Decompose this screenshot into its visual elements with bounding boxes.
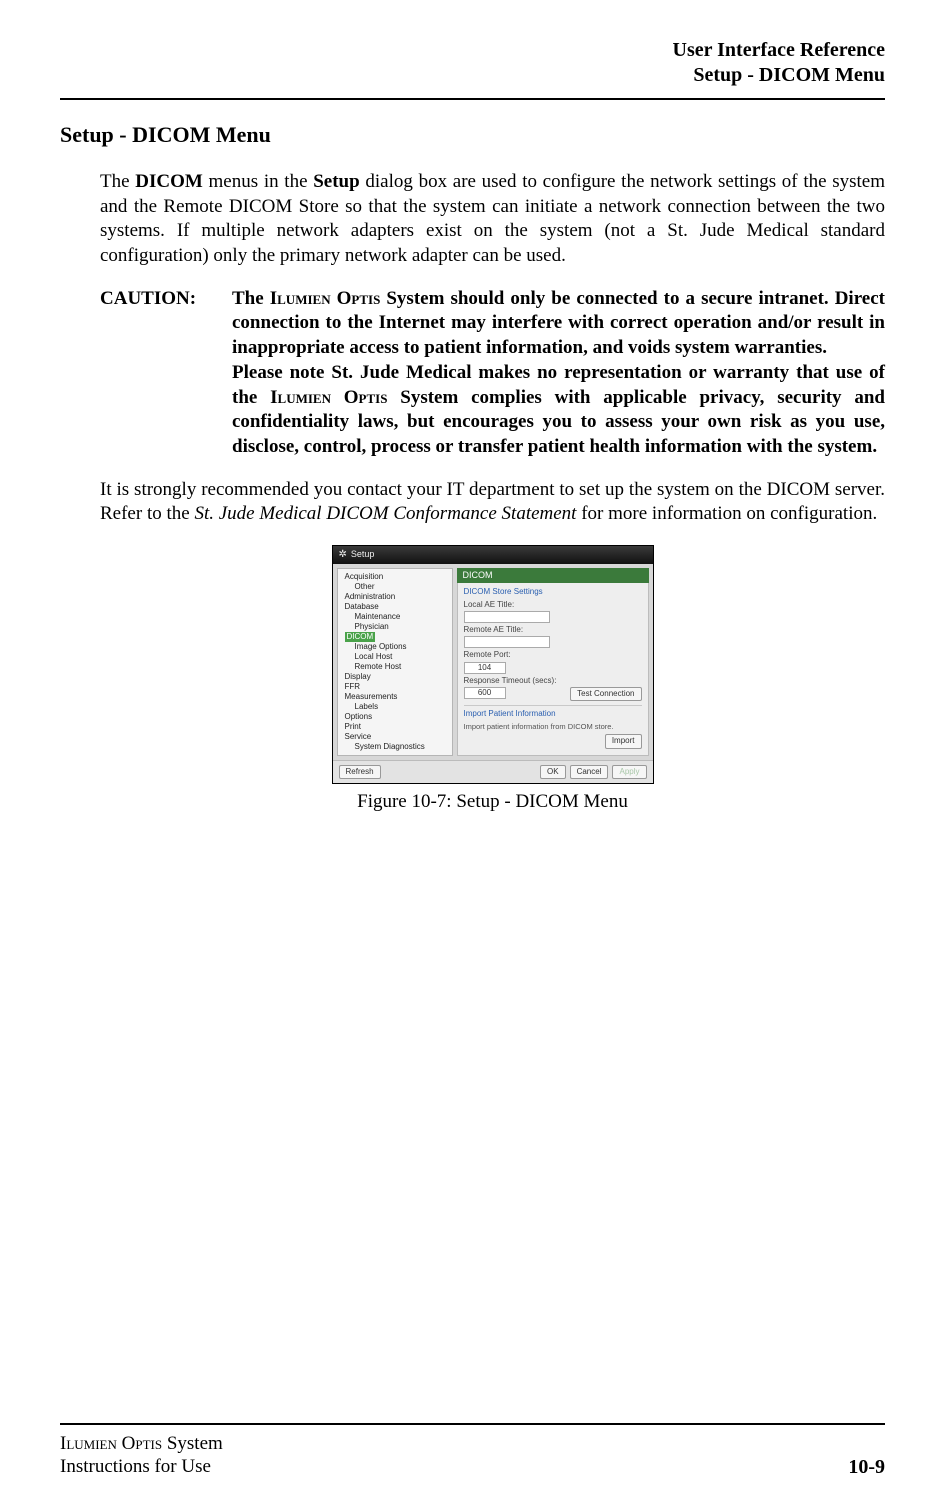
page-footer: Ilumien Optis System Instructions for Us… [60,1432,885,1480]
tree-item-display[interactable]: Display [341,672,449,682]
test-connection-button[interactable]: Test Connection [570,687,641,701]
tree-item-administration[interactable]: Administration [341,592,449,602]
tree-item-dicom-label: DICOM [345,632,376,642]
panel-header: DICOM [457,568,649,584]
local-ae-label: Local AE Title: [464,600,642,610]
remote-ae-input[interactable] [464,636,550,648]
section-title: Setup - DICOM Menu [60,122,885,148]
figure: ✲ Setup Acquisition Other Administration… [100,545,885,815]
tree-item-ffr[interactable]: FFR [341,682,449,692]
tree-item-database[interactable]: Database [341,602,449,612]
text: menus in the [203,171,313,192]
remote-ae-label: Remote AE Title: [464,625,642,635]
text: for more information on configuration. [576,503,877,524]
tree-item-print[interactable]: Print [341,722,449,732]
response-timeout-input[interactable]: 600 [464,687,506,699]
response-timeout-label: Response Timeout (secs): [464,676,642,686]
header-rule [60,98,885,100]
text-bold: Setup [313,171,359,192]
tree-item-system-diagnostics[interactable]: System Diagnostics [341,742,449,752]
tree-item-local-host[interactable]: Local Host [341,652,449,662]
tree-item-remote-host[interactable]: Remote Host [341,662,449,672]
text: System [162,1433,223,1454]
header-line-2: Setup - DICOM Menu [60,63,885,88]
tree-item-other[interactable]: Other [341,582,449,592]
tree-item-measurements[interactable]: Measurements [341,692,449,702]
intro-paragraph: The DICOM menus in the Setup dialog box … [100,170,885,269]
footer-rule [60,1423,885,1425]
setup-dialog: ✲ Setup Acquisition Other Administration… [332,545,654,784]
remote-port-label: Remote Port: [464,650,642,660]
text: The [100,171,135,192]
separator [464,705,642,706]
header-line-1: User Interface Reference [60,38,885,63]
tree-item-options[interactable]: Options [341,712,449,722]
tree-item-dicom[interactable]: DICOM [341,632,449,642]
group-import-patient: Import Patient Information [464,709,642,719]
dialog-titlebar: ✲ Setup [333,546,653,564]
caution-body: The Ilumien Optis System should only be … [232,287,885,460]
tree-item-physician[interactable]: Physician [341,622,449,632]
footer-line-2: Instructions for Use [60,1455,223,1479]
page-number: 10-9 [848,1456,885,1479]
text-smallcaps: Ilumien Optis [60,1433,162,1454]
apply-button[interactable]: Apply [612,765,646,779]
text-bold: DICOM [135,171,203,192]
group-store-settings: DICOM Store Settings [464,587,642,597]
page-header: User Interface Reference Setup - DICOM M… [60,38,885,88]
remote-port-input[interactable]: 104 [464,662,506,674]
import-button[interactable]: Import [605,734,642,748]
refresh-button[interactable]: Refresh [339,765,381,779]
text-smallcaps: Ilumien Optis [270,288,381,309]
text-italic: St. Jude Medical DICOM Conformance State… [194,503,576,524]
setup-tree[interactable]: Acquisition Other Administration Databas… [337,568,453,756]
import-description: Import patient information from DICOM st… [464,722,642,732]
dicom-panel: DICOM Store Settings Local AE Title: Rem… [457,583,649,755]
tree-item-image-options[interactable]: Image Options [341,642,449,652]
figure-caption: Figure 10-7: Setup - DICOM Menu [100,790,885,815]
text: The [232,288,270,309]
tree-item-acquisition[interactable]: Acquisition [341,572,449,582]
dialog-footer: Refresh OK Cancel Apply [333,760,653,783]
footer-line-1: Ilumien Optis System [60,1432,223,1456]
tree-item-service[interactable]: Service [341,732,449,742]
cancel-button[interactable]: Cancel [570,765,609,779]
dialog-title: Setup [351,549,375,561]
caution-block: CAUTION: The Ilumien Optis System should… [100,287,885,460]
local-ae-input[interactable] [464,611,550,623]
text-smallcaps: Ilumien Optis [270,387,387,408]
ok-button[interactable]: OK [540,765,566,779]
caution-label: CAUTION: [100,287,232,460]
recommendation-paragraph: It is strongly recommended you contact y… [100,478,885,527]
tree-item-labels[interactable]: Labels [341,702,449,712]
tree-item-maintenance[interactable]: Maintenance [341,612,449,622]
gear-icon: ✲ [339,550,347,560]
